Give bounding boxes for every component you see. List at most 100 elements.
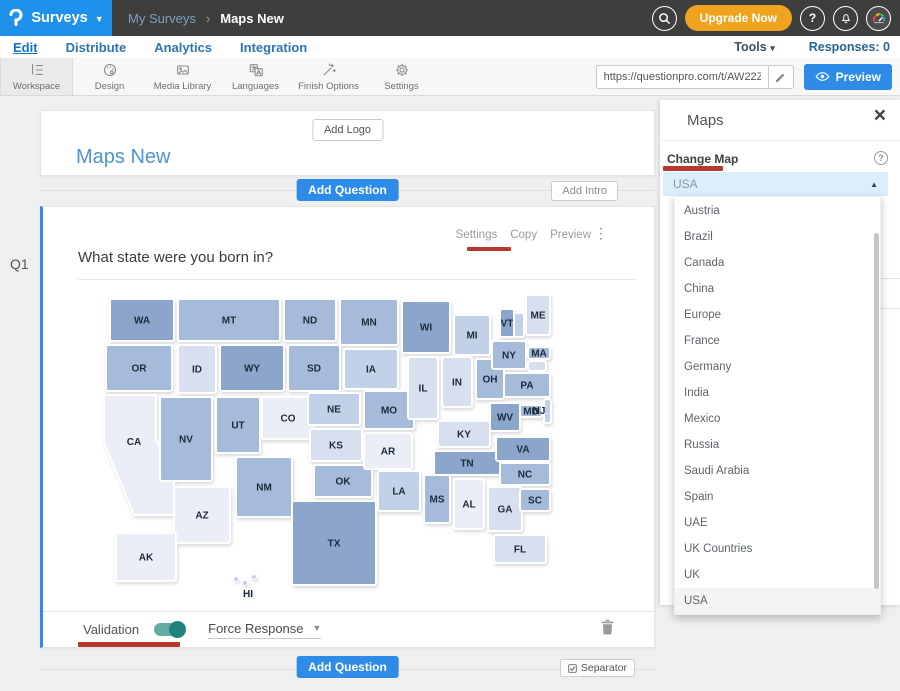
state-label-CA: CA [127, 437, 141, 448]
survey-title[interactable]: Maps New [76, 146, 170, 169]
state-label-OK: OK [336, 477, 352, 488]
state-NH[interactable] [514, 313, 524, 337]
chevron-down-icon: ▾ [770, 43, 775, 53]
map-option-canada[interactable]: Canada [675, 250, 880, 276]
state-label-WA: WA [134, 316, 150, 327]
panel-section-edge [881, 278, 900, 279]
toolbar-item-settings[interactable]: Settings [365, 58, 438, 95]
map-preview: WAORCAIDNVUTAZMTWYCONMNDSDNEKSOKTXMNIAMO… [95, 293, 553, 610]
map-option-uk-countries[interactable]: UK Countries [675, 536, 880, 562]
state-label-KY: KY [457, 430, 471, 441]
question-card: Settings Copy Preview ⋮ What state were … [40, 206, 655, 648]
state-label-GA: GA [498, 505, 513, 516]
tab-distribute[interactable]: Distribute [66, 40, 127, 55]
state-label-IA: IA [366, 365, 376, 376]
translate-icon [247, 62, 265, 78]
map-option-russia[interactable]: Russia [675, 432, 880, 458]
kebab-menu-icon[interactable]: ⋮ [594, 225, 608, 242]
map-option-france[interactable]: France [675, 328, 880, 354]
gauge-avatar-icon [871, 10, 887, 26]
toolbar-item-languages[interactable]: Languages [219, 58, 292, 95]
upgrade-now-button[interactable]: Upgrade Now [685, 5, 792, 31]
question-preview-link[interactable]: Preview [550, 229, 591, 241]
map-option-brazil[interactable]: Brazil [675, 224, 880, 250]
map-option-germany[interactable]: Germany [675, 354, 880, 380]
state-label-IL: IL [419, 384, 428, 395]
search-icon [658, 12, 671, 25]
tab-integration[interactable]: Integration [240, 40, 307, 55]
map-option-uae[interactable]: UAE [675, 510, 880, 536]
breadcrumb-parent[interactable]: My Surveys [128, 11, 196, 26]
state-HI[interactable] [234, 577, 239, 582]
bell-icon [839, 11, 853, 25]
state-label-AL: AL [462, 500, 475, 511]
toolbar-item-media-library[interactable]: Media Library [146, 58, 219, 95]
state-label-PA: PA [520, 381, 533, 392]
separator-button[interactable]: Separator [560, 659, 635, 677]
map-option-austria[interactable]: Austria [675, 198, 880, 224]
add-intro-button[interactable]: Add Intro [551, 181, 618, 201]
map-option-mexico[interactable]: Mexico [675, 406, 880, 432]
notifications-button[interactable] [833, 6, 858, 31]
question-settings-link[interactable]: Settings [456, 229, 498, 241]
product-name: Surveys [31, 10, 87, 26]
edit-url-button[interactable] [768, 65, 794, 89]
eye-icon [815, 72, 830, 81]
tab-analytics[interactable]: Analytics [154, 40, 212, 55]
help-button[interactable]: ? [800, 6, 825, 31]
delete-question-button[interactable] [601, 619, 614, 640]
help-icon[interactable]: ? [874, 151, 888, 165]
state-CT[interactable] [528, 361, 546, 371]
map-option-china[interactable]: China [675, 276, 880, 302]
magic-wand-icon [320, 62, 338, 78]
question-text[interactable]: What state were you born in? [78, 249, 273, 266]
product-switcher[interactable]: Surveys ▼ [0, 0, 112, 36]
state-label-MI: MI [466, 331, 477, 342]
map-option-uk[interactable]: UK [675, 562, 880, 588]
question-copy-link[interactable]: Copy [510, 229, 537, 241]
state-label-FL: FL [514, 545, 526, 556]
responses-count[interactable]: Responses: 0 [809, 40, 890, 54]
state-label-KS: KS [329, 441, 343, 452]
change-map-label: Change Map [667, 152, 738, 166]
preview-button[interactable]: Preview [804, 64, 892, 90]
add-question-button-top[interactable]: Add Question [296, 179, 399, 201]
validation-toggle[interactable] [154, 623, 184, 636]
state-label-AR: AR [381, 447, 396, 458]
add-question-row-bottom: Add Question Separator [40, 648, 655, 691]
question-mark-icon: ? [809, 11, 816, 25]
state-label-ID: ID [192, 365, 202, 376]
scrollbar-thumb[interactable] [874, 233, 879, 589]
gear-icon [393, 62, 411, 78]
map-option-saudi-arabia[interactable]: Saudi Arabia [675, 458, 880, 484]
add-logo-button[interactable]: Add Logo [312, 119, 383, 141]
state-label-MN: MN [361, 318, 377, 329]
state-label-UT: UT [231, 421, 244, 432]
state-label-OR: OR [132, 364, 148, 375]
tools-menu[interactable]: Tools ▾ [734, 40, 774, 54]
state-label-HI: HI [243, 589, 253, 600]
state-HI[interactable] [252, 575, 257, 580]
map-option-europe[interactable]: Europe [675, 302, 880, 328]
map-option-usa[interactable]: USA [675, 588, 880, 614]
toolbar-item-design[interactable]: Design [73, 58, 146, 95]
toolbar-item-workspace[interactable]: Workspace [0, 58, 73, 95]
state-label-LA: LA [392, 487, 405, 498]
state-label-IN: IN [452, 378, 462, 389]
close-icon[interactable]: × [874, 105, 886, 126]
usa-map: WAORCAIDNVUTAZMTWYCONMNDSDNEKSOKTXMNIAMO… [95, 293, 553, 605]
force-response-dropdown[interactable]: Force Response ▼ [208, 621, 321, 639]
change-map-select[interactable]: USA ▲ [663, 172, 888, 196]
account-menu-button[interactable] [866, 6, 891, 31]
map-option-india[interactable]: India [675, 380, 880, 406]
breadcrumb: My Surveys › Maps New [128, 11, 284, 26]
state-HI[interactable] [243, 581, 248, 586]
survey-url-input[interactable] [596, 65, 768, 89]
search-button[interactable] [652, 6, 677, 31]
image-icon [174, 62, 192, 78]
add-question-button-bottom[interactable]: Add Question [296, 656, 399, 678]
toolbar-item-finish-options[interactable]: Finish Options [292, 58, 365, 95]
tab-edit[interactable]: Edit [13, 40, 38, 55]
map-option-spain[interactable]: Spain [675, 484, 880, 510]
question-number: Q1 [10, 256, 29, 272]
